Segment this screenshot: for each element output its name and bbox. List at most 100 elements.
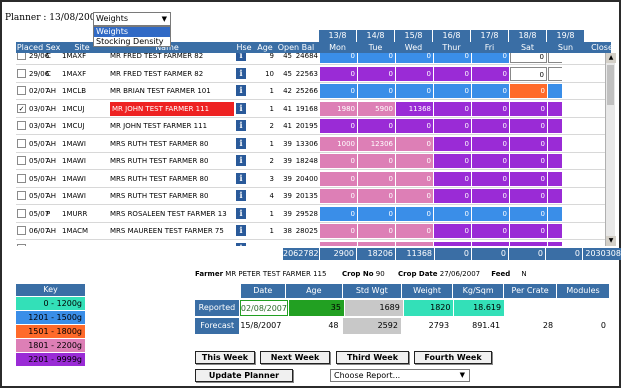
- day-cell[interactable]: 1000: [320, 136, 357, 151]
- day-cell[interactable]: 0: [358, 241, 395, 246]
- day-cell[interactable]: 0: [434, 171, 471, 186]
- day-cell[interactable]: 0: [434, 154, 471, 168]
- row-checkbox[interactable]: [17, 156, 26, 165]
- day-cell[interactable]: 0: [472, 206, 509, 221]
- day-cell[interactable]: 0: [320, 66, 357, 81]
- day-cell[interactable]: 0: [320, 84, 357, 98]
- day-cell[interactable]: 0: [320, 53, 357, 63]
- info-icon[interactable]: i: [236, 53, 246, 61]
- day-cell[interactable]: 0: [358, 189, 395, 203]
- day-cell[interactable]: 0: [396, 84, 433, 98]
- info-icon[interactable]: i: [236, 242, 246, 246]
- day-cell[interactable]: 0: [396, 241, 433, 246]
- info-icon[interactable]: i: [236, 190, 246, 201]
- table-row[interactable]: 05/07 AH 1MAWI MRS RUTH TEST FARMER 80 3 39 20…: [16, 170, 611, 188]
- day-cell[interactable]: 0: [320, 119, 357, 133]
- row-checkbox[interactable]: [17, 121, 26, 130]
- table-row[interactable]: 05/07 AH 1MAWI MRS RUTH TEST FARMER 80 2 39 18…: [16, 152, 611, 170]
- day-cell[interactable]: 11368: [396, 101, 433, 116]
- info-icon[interactable]: i: [236, 102, 246, 114]
- day-cell[interactable]: 0: [472, 171, 509, 186]
- view-option-weights[interactable]: Weights: [94, 27, 170, 37]
- table-row[interactable]: 02/07 AH 1MCLB MR BRIAN TEST FARMER 101 1 42 2…: [16, 82, 611, 100]
- day-cell[interactable]: 0: [396, 171, 433, 186]
- day-cell[interactable]: 0: [320, 154, 357, 168]
- scroll-up-icon[interactable]: ▲: [606, 53, 616, 63]
- day-cell[interactable]: 0: [434, 84, 471, 98]
- day-cell[interactable]: 0: [434, 101, 471, 116]
- next-week-button[interactable]: Next Week: [260, 351, 330, 364]
- table-row[interactable]: 03/07 AH 1MCUJ MR JOHN TEST FARMER 111 2 41 20…: [16, 117, 611, 135]
- info-icon[interactable]: i: [236, 67, 246, 79]
- update-planner-button[interactable]: Update Planner: [195, 369, 293, 382]
- day-cell[interactable]: 0: [472, 224, 509, 238]
- day-cell[interactable]: 0: [434, 119, 471, 133]
- row-checkbox[interactable]: [17, 68, 26, 78]
- day-cell[interactable]: 0: [472, 189, 509, 203]
- day-cell[interactable]: 0: [510, 101, 547, 116]
- day-cell[interactable]: 0: [320, 189, 357, 203]
- this-week-button[interactable]: This Week: [195, 351, 255, 364]
- day-cell[interactable]: 0: [320, 241, 357, 246]
- row-checkbox[interactable]: [17, 243, 26, 246]
- day-cell[interactable]: 0: [434, 206, 471, 221]
- day-cell[interactable]: 0: [358, 119, 395, 133]
- view-option-stocking-density[interactable]: Stocking Density: [94, 37, 170, 47]
- day-cell[interactable]: 0: [510, 84, 547, 98]
- day-cell[interactable]: 0: [510, 66, 547, 81]
- day-cell[interactable]: 0: [434, 189, 471, 203]
- row-checkbox[interactable]: [17, 173, 26, 183]
- day-cell[interactable]: 0: [472, 119, 509, 133]
- info-icon[interactable]: i: [236, 120, 246, 131]
- day-cell[interactable]: 0: [472, 66, 509, 81]
- info-icon[interactable]: i: [236, 172, 246, 184]
- day-cell[interactable]: 5900: [358, 101, 395, 116]
- day-cell[interactable]: 0: [472, 84, 509, 98]
- grid-scrollbar[interactable]: ▲ ▼: [605, 53, 616, 246]
- day-cell[interactable]: 0: [472, 241, 509, 246]
- table-row[interactable]: 05/07 P 1MURR MRS ROSALEEN TEST FARMER 13 1 3…: [16, 205, 611, 223]
- day-cell[interactable]: 0: [472, 136, 509, 151]
- day-cell[interactable]: 0: [472, 154, 509, 168]
- table-row[interactable]: 29/06 C 1MAXF MR FRED TEST FARMER 82 10 45 225…: [16, 65, 611, 83]
- info-icon[interactable]: i: [236, 207, 246, 219]
- day-cell[interactable]: 0: [434, 53, 471, 63]
- table-row[interactable]: 29/06 C 1MAXF MR FRED TEST FARMER 82 9 45 2468…: [16, 53, 611, 65]
- day-cell[interactable]: 0: [510, 206, 547, 221]
- day-cell[interactable]: 12306: [358, 136, 395, 151]
- day-cell[interactable]: 0: [472, 101, 509, 116]
- table-row[interactable]: ✓ 03/07 AH 1MCUJ MR JOHN TEST FARMER 111 1 41 1…: [16, 99, 611, 118]
- day-cell[interactable]: 0: [358, 53, 395, 63]
- fourth-week-button[interactable]: Fourth Week: [414, 351, 492, 364]
- report-select[interactable]: Choose Report... ▼: [330, 369, 470, 382]
- info-icon[interactable]: i: [236, 85, 246, 96]
- scroll-down-icon[interactable]: ▼: [606, 236, 616, 246]
- row-checkbox[interactable]: [17, 138, 26, 148]
- day-cell[interactable]: 0: [358, 206, 395, 221]
- day-cell[interactable]: 0: [472, 53, 509, 63]
- table-row[interactable]: 06/07 AH 1MACM MRS MAUREEN TEST FARMER 75 1 3…: [16, 222, 611, 240]
- info-icon[interactable]: i: [236, 155, 246, 166]
- day-cell[interactable]: 0: [320, 224, 357, 238]
- day-cell[interactable]: 0: [510, 53, 547, 63]
- info-icon[interactable]: i: [236, 137, 246, 149]
- day-cell[interactable]: 0: [510, 136, 547, 151]
- day-cell[interactable]: 0: [510, 171, 547, 186]
- row-checkbox[interactable]: ✓: [17, 103, 26, 113]
- row-checkbox[interactable]: [17, 226, 26, 235]
- day-cell[interactable]: 0: [396, 154, 433, 168]
- table-row[interactable]: 05/07 AH 1MAWI MRS RUTH TEST FARMER 80 1 39 13…: [16, 135, 611, 153]
- day-cell[interactable]: 0: [434, 136, 471, 151]
- day-cell[interactable]: 0: [396, 189, 433, 203]
- day-cell[interactable]: 0: [396, 66, 433, 81]
- day-cell[interactable]: 0: [396, 206, 433, 221]
- day-cell[interactable]: 0: [396, 224, 433, 238]
- day-cell[interactable]: 1980: [320, 101, 357, 116]
- day-cell[interactable]: 0: [434, 224, 471, 238]
- view-select[interactable]: Weights ▼: [93, 12, 171, 26]
- day-cell[interactable]: 0: [510, 154, 547, 168]
- day-cell[interactable]: 0: [396, 53, 433, 63]
- table-row[interactable]: 06/07AH1MACMMRS MAUREEN TEST FARMER 7523…: [16, 240, 611, 246]
- row-checkbox[interactable]: [17, 208, 26, 218]
- day-cell[interactable]: 0: [358, 171, 395, 186]
